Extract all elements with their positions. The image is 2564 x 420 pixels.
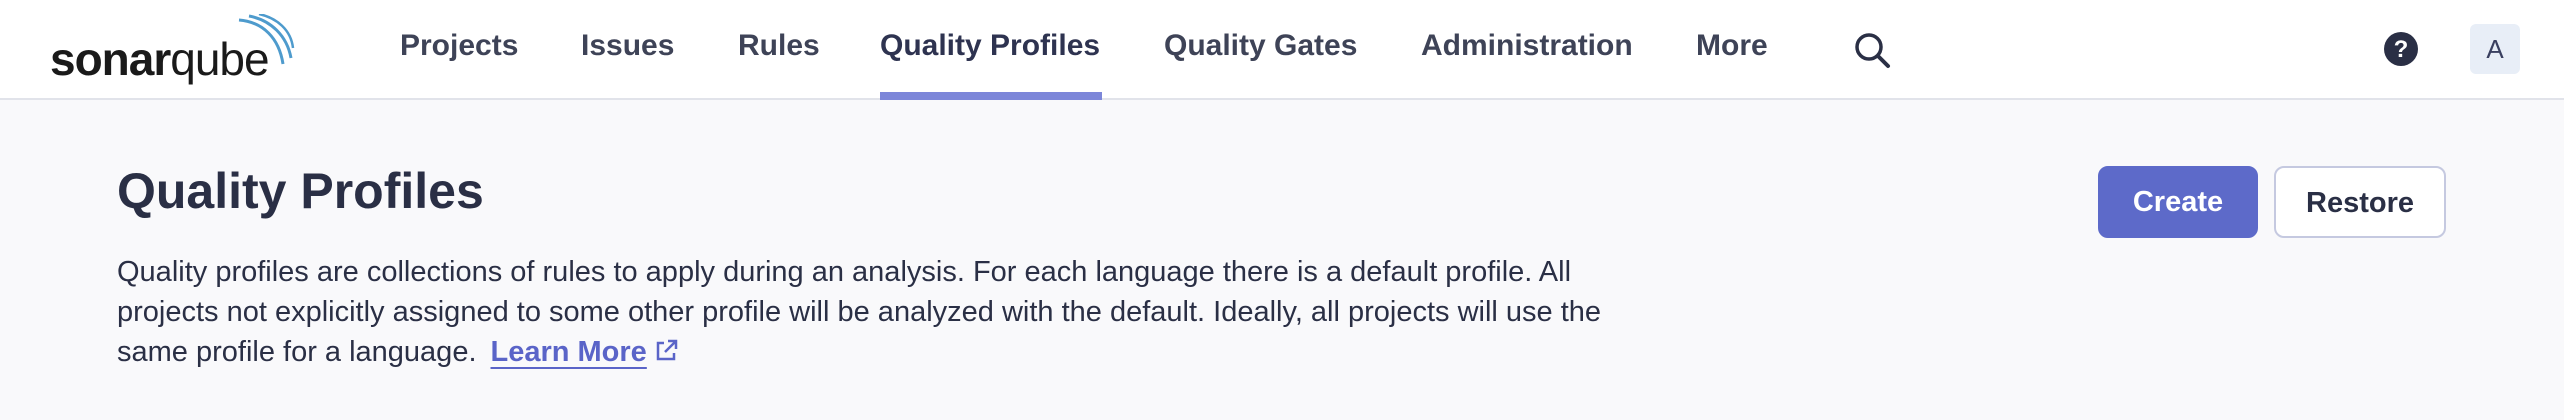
nav-administration[interactable]: Administration: [1421, 0, 1633, 100]
nav-quality-gates[interactable]: Quality Gates: [1164, 0, 1357, 100]
create-button[interactable]: Create: [2098, 166, 2258, 238]
search-icon[interactable]: [1852, 30, 1892, 70]
nav-issues[interactable]: Issues: [581, 0, 674, 100]
learn-more-link[interactable]: Learn More: [491, 336, 679, 368]
nav-rules[interactable]: Rules: [738, 0, 820, 100]
description-text: Quality profiles are collections of rule…: [117, 256, 1602, 368]
restore-button[interactable]: Restore: [2274, 166, 2446, 238]
external-link-icon: [656, 339, 678, 361]
logo-waves-icon: [238, 14, 295, 65]
svg-text:?: ?: [2394, 36, 2409, 63]
top-navigation-bar: sonarqube Projects Issues Rules Quality …: [0, 0, 2564, 100]
learn-more-label: Learn More: [490, 336, 647, 368]
page-title: Quality Profiles: [117, 163, 484, 219]
user-avatar[interactable]: A: [2470, 24, 2520, 74]
nav-projects[interactable]: Projects: [400, 0, 518, 100]
logo-text-sonar: sonar: [50, 33, 171, 85]
sonarqube-logo[interactable]: sonarqube: [50, 14, 310, 85]
nav-more[interactable]: More: [1696, 0, 1768, 100]
help-icon[interactable]: ?: [2382, 30, 2420, 68]
nav-quality-profiles[interactable]: Quality Profiles: [880, 0, 1102, 100]
page-description: Quality profiles are collections of rule…: [117, 252, 1677, 372]
